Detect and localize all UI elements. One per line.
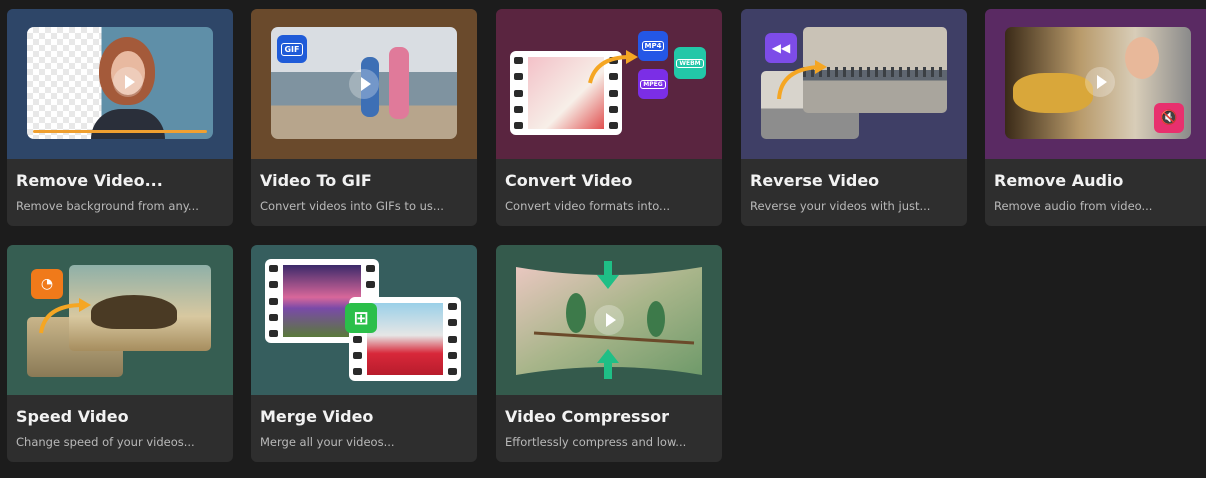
speed-video-thumbnail: ◔ — [7, 245, 233, 395]
tool-title: Video Compressor — [505, 407, 669, 426]
curved-arrow-icon — [39, 298, 91, 334]
remove-audio-thumbnail: 🔇 — [985, 9, 1206, 159]
mp4-format-badge: MP4 — [638, 31, 668, 61]
tool-title: Merge Video — [260, 407, 374, 426]
tool-card-remove-video-background[interactable]: Remove Video... Remove background from a… — [7, 9, 233, 226]
play-icon — [349, 69, 379, 99]
mpeg-format-badge: MPEG — [638, 69, 668, 99]
tool-title: Reverse Video — [750, 171, 880, 190]
tool-description: Merge all your videos... — [260, 435, 395, 449]
curved-arrow-icon — [588, 50, 638, 84]
merge-video-thumbnail: ⊞ — [251, 245, 477, 395]
play-icon — [113, 67, 143, 97]
tool-card-convert-video[interactable]: MP4 WEBM MPEG Convert Video Convert vide… — [496, 9, 722, 226]
tool-card-video-to-gif[interactable]: GIF Video To GIF Convert videos into GIF… — [251, 9, 477, 226]
tool-card-remove-audio[interactable]: 🔇 Remove Audio Remove audio from video..… — [985, 9, 1206, 226]
tool-description: Reverse your videos with just... — [750, 199, 931, 213]
tool-title: Convert Video — [505, 171, 633, 190]
tool-card-reverse-video[interactable]: ◀◀ Reverse Video Reverse your videos wit… — [741, 9, 967, 226]
tool-description: Convert videos into GIFs to us... — [260, 199, 444, 213]
tool-description: Change speed of your videos... — [16, 435, 195, 449]
play-icon — [1085, 67, 1115, 97]
tool-description: Remove audio from video... — [994, 199, 1153, 213]
curved-arrow-icon — [777, 60, 827, 100]
play-icon — [594, 305, 624, 335]
remove-video-background-thumbnail — [7, 9, 233, 159]
tool-description: Effortlessly compress and low... — [505, 435, 687, 449]
tool-card-merge-video[interactable]: ⊞ Merge Video Merge all your videos... — [251, 245, 477, 462]
tool-title: Video To GIF — [260, 171, 372, 190]
gif-badge-icon: GIF — [277, 35, 307, 63]
tool-title: Remove Video... — [16, 171, 163, 190]
compress-up-arrow-icon — [597, 349, 619, 379]
tool-description: Convert video formats into... — [505, 199, 671, 213]
tool-card-speed-video[interactable]: ◔ Speed Video Change speed of your video… — [7, 245, 233, 462]
tool-title: Speed Video — [16, 407, 129, 426]
tools-grid: Remove Video... Remove background from a… — [0, 0, 1206, 478]
convert-video-thumbnail: MP4 WEBM MPEG — [496, 9, 722, 159]
mute-icon: 🔇 — [1154, 103, 1184, 133]
video-compressor-thumbnail — [496, 245, 722, 395]
webm-format-badge: WEBM — [674, 47, 706, 79]
tool-description: Remove background from any... — [16, 199, 199, 213]
add-clip-icon: ⊞ — [345, 303, 377, 333]
reverse-video-thumbnail: ◀◀ — [741, 9, 967, 159]
compress-down-arrow-icon — [597, 261, 619, 291]
tool-card-video-compressor[interactable]: Video Compressor Effortlessly compress a… — [496, 245, 722, 462]
video-to-gif-thumbnail: GIF — [251, 9, 477, 159]
tool-title: Remove Audio — [994, 171, 1124, 190]
